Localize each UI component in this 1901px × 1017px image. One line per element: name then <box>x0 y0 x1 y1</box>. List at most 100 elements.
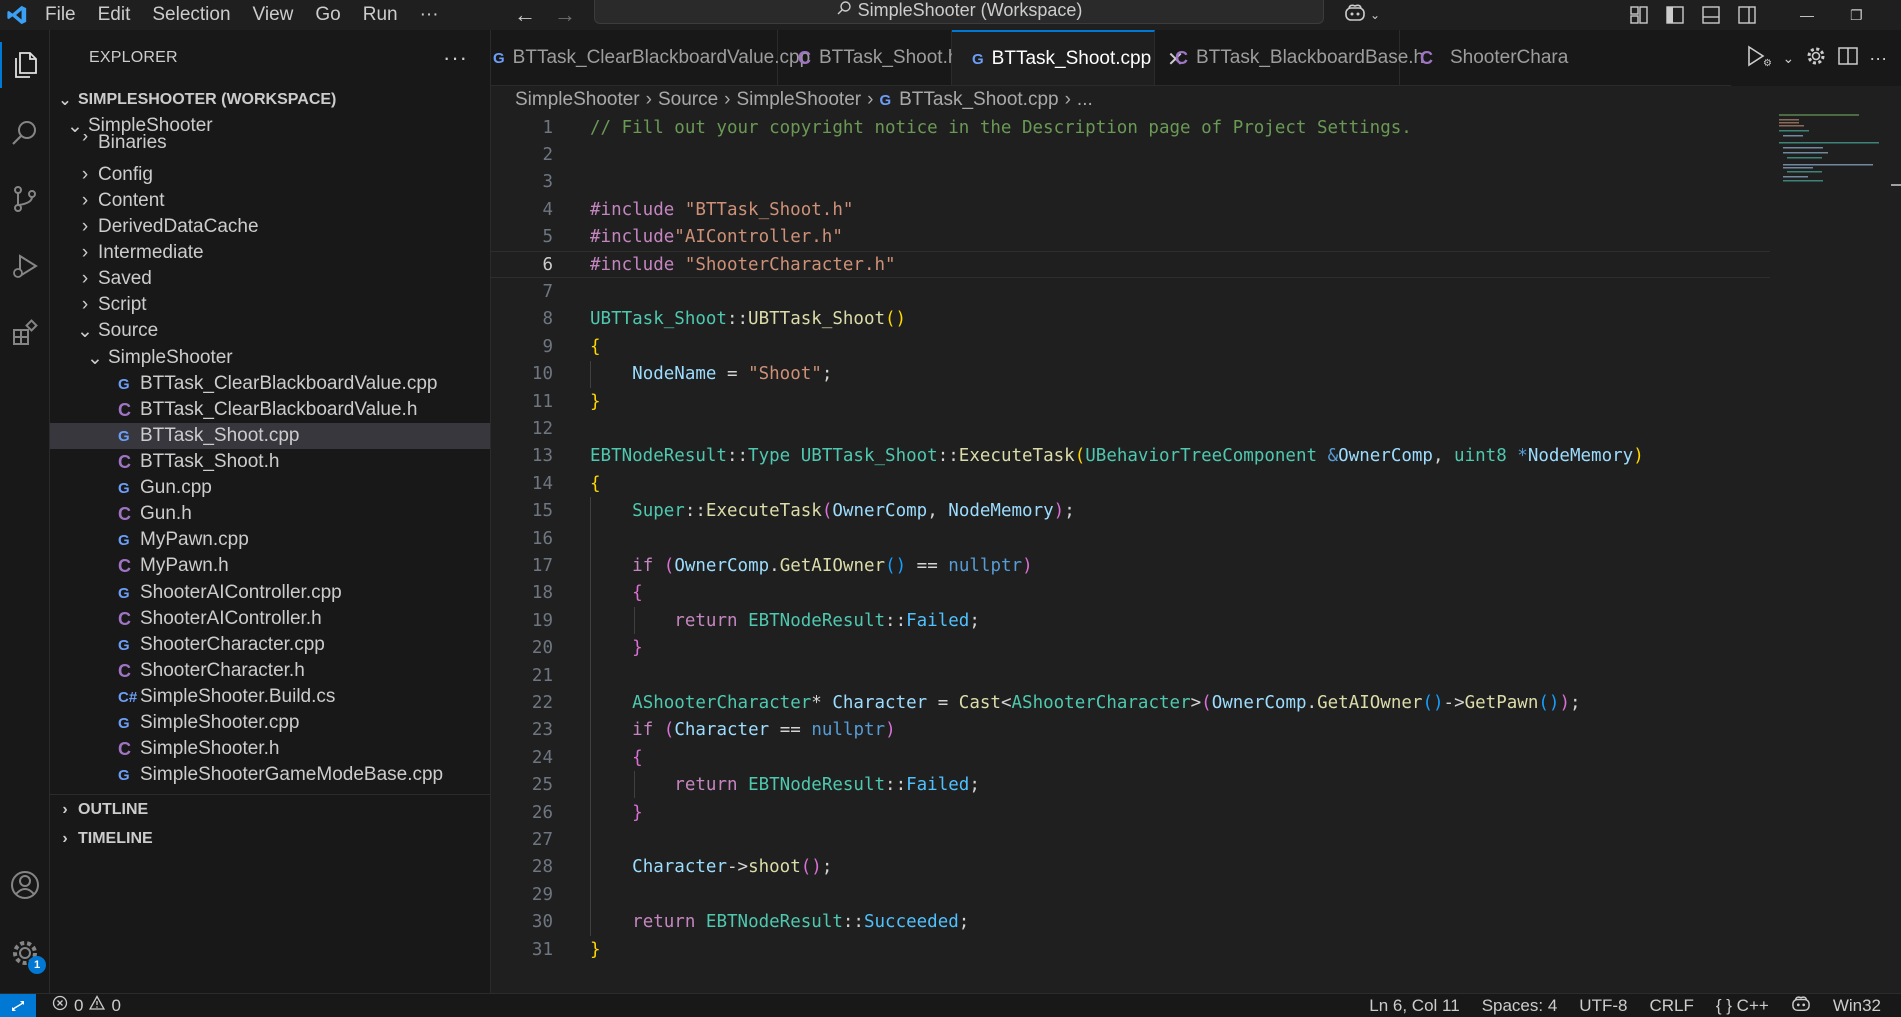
end-of-line[interactable]: CRLF <box>1649 996 1693 1016</box>
explorer-sidebar: EXPLORER ··· ⌄ SIMPLESHOOTER (WORKSPACE)… <box>50 30 491 993</box>
menu-run[interactable]: Run <box>352 0 409 30</box>
file-item[interactable]: C Gun.h <box>50 501 490 527</box>
cpp-file-icon: G <box>879 91 892 109</box>
file-item[interactable]: G ShooterCharacter.cpp <box>50 632 490 658</box>
breadcrumb-item[interactable]: BTTask_Shoot.cpp <box>899 89 1058 111</box>
code-line: 3 <box>542 172 553 193</box>
menu-selection[interactable]: Selection <box>141 0 241 30</box>
header-file-icon: C <box>118 660 131 681</box>
settings-gear-icon[interactable] <box>1806 46 1826 71</box>
code-editor[interactable]: 1// Fill out your copyright notice in th… <box>491 114 1901 993</box>
chevron-down-icon[interactable]: ⌄ <box>1782 50 1794 67</box>
tab-shootercharacter[interactable]: C ShooterChara <box>1400 30 1600 85</box>
code-line: 14{ <box>531 473 601 494</box>
extensions-icon[interactable] <box>0 310 50 356</box>
folder-source-simpleshooter[interactable]: ⌄ SimpleShooter <box>50 345 490 371</box>
code-line: 8 UBTTask_Shoot::UBTTask_Shoot() <box>542 309 907 330</box>
folder-binaries[interactable]: › Binaries <box>50 134 490 148</box>
folder-config[interactable]: › Config <box>50 162 490 188</box>
more-actions-icon[interactable]: ··· <box>1869 48 1887 69</box>
source-control-icon[interactable] <box>0 176 50 222</box>
file-item[interactable]: C# SimpleShooter.Build.cs <box>50 684 490 710</box>
toggle-primary-sidebar-icon[interactable] <box>1662 2 1688 28</box>
warning-count: 0 <box>111 995 121 1015</box>
editor-scrollbar[interactable] <box>1889 114 1901 993</box>
file-item[interactable]: G SimpleShooterGameModeBase.cpp <box>50 762 490 788</box>
file-item[interactable]: C ShooterCharacter.h <box>50 658 490 684</box>
file-item[interactable]: G ShooterAIController.cpp <box>50 580 490 606</box>
explorer-more-button[interactable]: ··· <box>443 45 468 71</box>
restore-icon[interactable]: ❐ <box>1850 7 1863 24</box>
file-item[interactable]: C ShooterAIController.h <box>50 606 490 632</box>
file-item[interactable]: G BTTask_ClearBlackboardValue.cpp <box>50 371 490 397</box>
minimap[interactable] <box>1779 114 1889 184</box>
cursor-position[interactable]: Ln 6, Col 11 <box>1369 996 1459 1016</box>
code-line: 19 return EBTNodeResult::Failed; <box>531 610 980 631</box>
folder-source[interactable]: ⌄ Source <box>50 318 490 344</box>
platform-config[interactable]: Win32 <box>1833 996 1881 1016</box>
back-arrow-icon[interactable]: ← <box>514 2 536 28</box>
minimize-icon[interactable]: — <box>1800 7 1814 23</box>
chevron-down-icon: ⌄ <box>77 320 93 342</box>
tab-bttask-shoot-h[interactable]: C BTTask_Shoot.h <box>778 30 958 85</box>
menu-go[interactable]: Go <box>304 0 351 30</box>
language-mode[interactable]: { } C++ <box>1716 996 1769 1016</box>
code-line: 1// Fill out your copyright notice in th… <box>542 117 1412 138</box>
file-item-selected[interactable]: G BTTask_Shoot.cpp <box>50 423 490 449</box>
timeline-section[interactable]: › TIMELINE <box>50 824 490 854</box>
outline-section[interactable]: › OUTLINE <box>50 794 490 824</box>
remote-indicator-icon[interactable] <box>0 993 36 1017</box>
folder-deriveddatacache[interactable]: › DerivedDataCache <box>50 214 490 240</box>
file-item[interactable]: C BTTask_ClearBlackboardValue.h <box>50 397 490 423</box>
code-line: 31} <box>531 939 601 960</box>
tab-bttask-shoot-cpp[interactable]: G BTTask_Shoot.cpp ✕ <box>952 30 1184 85</box>
file-item[interactable]: G SimpleShooter.cpp <box>50 710 490 736</box>
split-editor-icon[interactable] <box>1837 46 1858 71</box>
cpp-file-icon: G <box>118 636 130 654</box>
search-icon[interactable] <box>0 110 50 156</box>
breadcrumb-item[interactable]: ... <box>1077 89 1093 111</box>
breadcrumb-item[interactable]: SimpleShooter <box>515 89 640 111</box>
folder-saved[interactable]: › Saved <box>50 266 490 292</box>
tab-bttask-clearblackboardvalue-cpp[interactable]: G BTTask_ClearBlackboardValue.cpp <box>491 30 810 85</box>
code-line: 5 #include"AIController.h" <box>542 227 843 248</box>
file-item[interactable]: C BTTask_Shoot.h <box>50 449 490 475</box>
folder-intermediate[interactable]: › Intermediate <box>50 240 490 266</box>
breadcrumb-item[interactable]: SimpleShooter <box>736 89 861 111</box>
explorer-icon[interactable] <box>0 42 50 88</box>
run-debug-icon[interactable] <box>0 244 50 290</box>
folder-script[interactable]: › Script <box>50 292 490 318</box>
manage-gear-icon[interactable]: 1 <box>0 930 50 976</box>
tab-bttask-blackboardbase-h[interactable]: C BTTask_BlackboardBase.h <box>1155 30 1424 85</box>
command-center-search[interactable]: SimpleShooter (Workspace) <box>594 0 1324 24</box>
run-file-icon[interactable]: ⚙ <box>1745 45 1772 72</box>
copilot-status-icon[interactable] <box>1791 995 1811 1017</box>
copilot-menu-button[interactable]: ⌄ <box>1344 0 1380 30</box>
header-file-icon: C <box>1175 47 1188 68</box>
customize-layout-icon[interactable] <box>1626 2 1652 28</box>
breadcrumb-item[interactable]: Source <box>658 89 718 111</box>
workspace-root[interactable]: ⌄ SIMPLESHOOTER (WORKSPACE) <box>50 87 490 113</box>
encoding[interactable]: UTF-8 <box>1579 996 1627 1016</box>
file-item[interactable]: G MyPawn.cpp <box>50 527 490 553</box>
folder-content[interactable]: › Content <box>50 188 490 214</box>
forward-arrow-icon[interactable]: → <box>554 2 576 28</box>
menu-more[interactable]: ··· <box>409 0 450 30</box>
indent-guide <box>590 497 591 936</box>
file-item[interactable]: G Gun.cpp <box>50 475 490 501</box>
toggle-panel-icon[interactable] <box>1698 2 1724 28</box>
breadcrumb-separator-icon: › <box>724 89 731 110</box>
file-item[interactable]: C MyPawn.h <box>50 553 490 579</box>
problems-indicator[interactable]: 0 0 <box>52 995 121 1016</box>
menu-edit[interactable]: Edit <box>87 0 142 30</box>
accounts-icon[interactable] <box>0 862 50 908</box>
file-item[interactable]: C SimpleShooter.h <box>50 736 490 762</box>
indent-guide <box>590 361 591 388</box>
command-center-label: SimpleShooter (Workspace) <box>857 0 1083 20</box>
menu-file[interactable]: File <box>34 0 87 30</box>
breadcrumb-separator-icon: › <box>867 89 874 110</box>
toggle-secondary-sidebar-icon[interactable] <box>1734 2 1760 28</box>
menu-view[interactable]: View <box>242 0 305 30</box>
code-line: 18 { <box>531 583 643 604</box>
indentation[interactable]: Spaces: 4 <box>1482 996 1558 1016</box>
